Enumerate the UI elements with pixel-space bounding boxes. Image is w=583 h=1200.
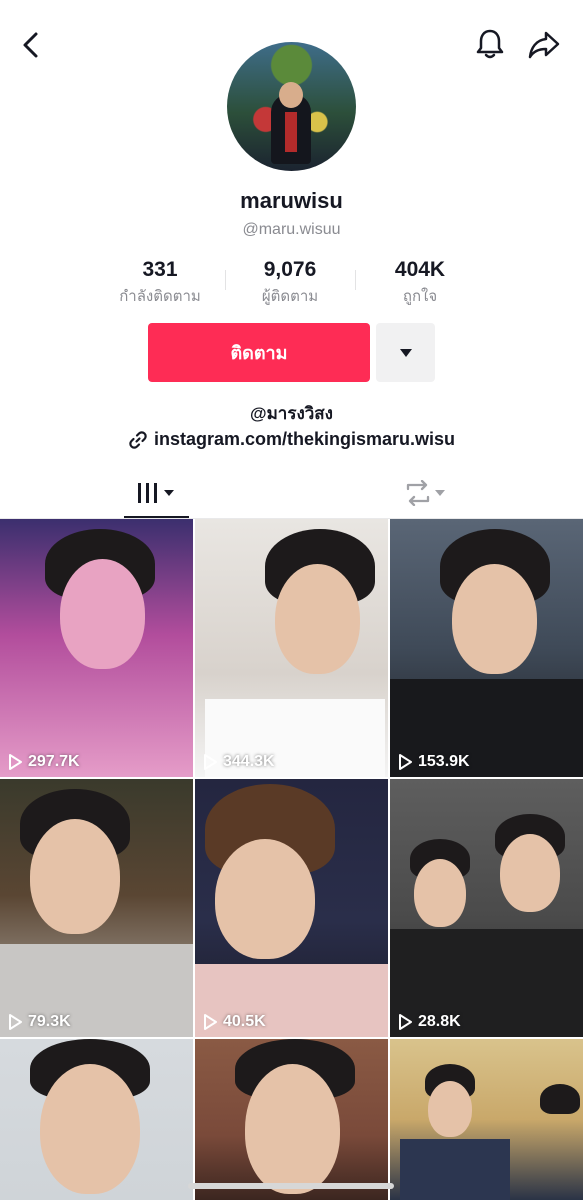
chevron-left-icon (23, 32, 38, 58)
play-icon (9, 754, 22, 770)
profile-bio: @มารงวิสง (250, 404, 333, 423)
stat-following-value: 331 (142, 258, 178, 281)
profile-stats: 331 กำลังติดตาม 9,076 ผู้ติดตาม 404K ถูก… (95, 258, 485, 308)
video-thumbnail[interactable] (0, 1039, 193, 1200)
profile-tabs (0, 468, 583, 519)
video-views-count: 79.3K (28, 1013, 71, 1030)
video-views-count: 28.8K (418, 1013, 461, 1030)
profile-link-text: instagram.com/thekingismaru.wisu (153, 429, 456, 449)
video-thumbnail[interactable] (390, 1039, 583, 1200)
stat-likes[interactable]: 404K ถูกใจ (355, 258, 485, 308)
thumbnail-subject (428, 1081, 472, 1137)
thumbnail-subject (60, 559, 145, 669)
thumbnail-subject (40, 1064, 140, 1194)
repost-icon (406, 480, 445, 506)
thumbnail-subject (215, 839, 315, 959)
tab-videos[interactable] (124, 468, 189, 518)
tab-active-indicator (124, 516, 189, 518)
profile-username: maruwisu (240, 188, 343, 213)
video-thumbnail[interactable]: 297.7K (0, 519, 193, 777)
video-thumbnail[interactable]: 153.9K (390, 519, 583, 777)
profile-handle: @maru.wisuu (242, 221, 341, 238)
play-icon (204, 754, 217, 770)
video-views: 79.3K (8, 1013, 71, 1031)
thumbnail-subject (540, 1084, 580, 1114)
share-arrow-icon (528, 31, 560, 59)
thumbnail-subject (275, 564, 360, 674)
video-thumbnail[interactable]: 79.3K (0, 779, 193, 1037)
video-thumbnail[interactable]: 28.8K (390, 779, 583, 1037)
video-views: 344.3K (203, 753, 275, 771)
thumbnail-subject (245, 1064, 340, 1194)
play-icon (399, 754, 412, 770)
bell-icon (476, 29, 504, 59)
video-thumbnail[interactable]: 344.3K (195, 519, 388, 777)
back-button[interactable] (14, 28, 48, 62)
profile-link[interactable]: instagram.com/thekingismaru.wisu (0, 429, 583, 450)
avatar[interactable] (227, 42, 356, 171)
video-views: 297.7K (8, 753, 80, 771)
video-thumbnail[interactable] (195, 1039, 388, 1200)
video-views: 28.8K (398, 1013, 461, 1031)
play-icon (9, 1014, 22, 1030)
stat-followers-value: 9,076 (263, 258, 317, 281)
video-views-count: 40.5K (223, 1013, 266, 1030)
thumbnail-subject (414, 859, 466, 927)
video-views-count: 297.7K (28, 753, 80, 770)
stat-followers[interactable]: 9,076 ผู้ติดตาม (225, 258, 355, 308)
tab-reposts[interactable] (392, 468, 457, 518)
stat-followers-label: ผู้ติดตาม (261, 288, 319, 305)
share-button[interactable] (526, 26, 562, 62)
stat-likes-value: 404K (394, 258, 446, 281)
video-views-count: 153.9K (418, 753, 470, 770)
stat-following-label: กำลังติดตาม (119, 288, 201, 305)
video-thumbnail[interactable]: 40.5K (195, 779, 388, 1037)
thumbnail-subject (30, 819, 120, 934)
notification-button[interactable] (472, 26, 508, 62)
suggested-accounts-button[interactable] (376, 323, 435, 382)
play-icon (399, 1014, 412, 1030)
grid-bars-icon (137, 483, 174, 503)
video-views-count: 344.3K (223, 753, 275, 770)
link-icon (129, 430, 147, 449)
video-grid: 297.7K 344.3K 153.9K 79.3K 40.5K 28.8K (0, 519, 583, 1200)
thumbnail-subject (452, 564, 537, 674)
thumbnail-subject (500, 834, 560, 912)
play-icon (204, 1014, 217, 1030)
thumbnail-clothes (400, 1139, 510, 1200)
video-views: 40.5K (203, 1013, 266, 1031)
stat-following[interactable]: 331 กำลังติดตาม (95, 258, 225, 308)
home-indicator[interactable] (188, 1183, 394, 1189)
avatar-sash (285, 112, 297, 152)
stat-likes-label: ถูกใจ (402, 288, 438, 305)
video-views: 153.9K (398, 753, 470, 771)
avatar-face (279, 82, 303, 108)
follow-button[interactable]: ติดตาม (148, 323, 370, 382)
caret-down-icon (399, 348, 412, 357)
